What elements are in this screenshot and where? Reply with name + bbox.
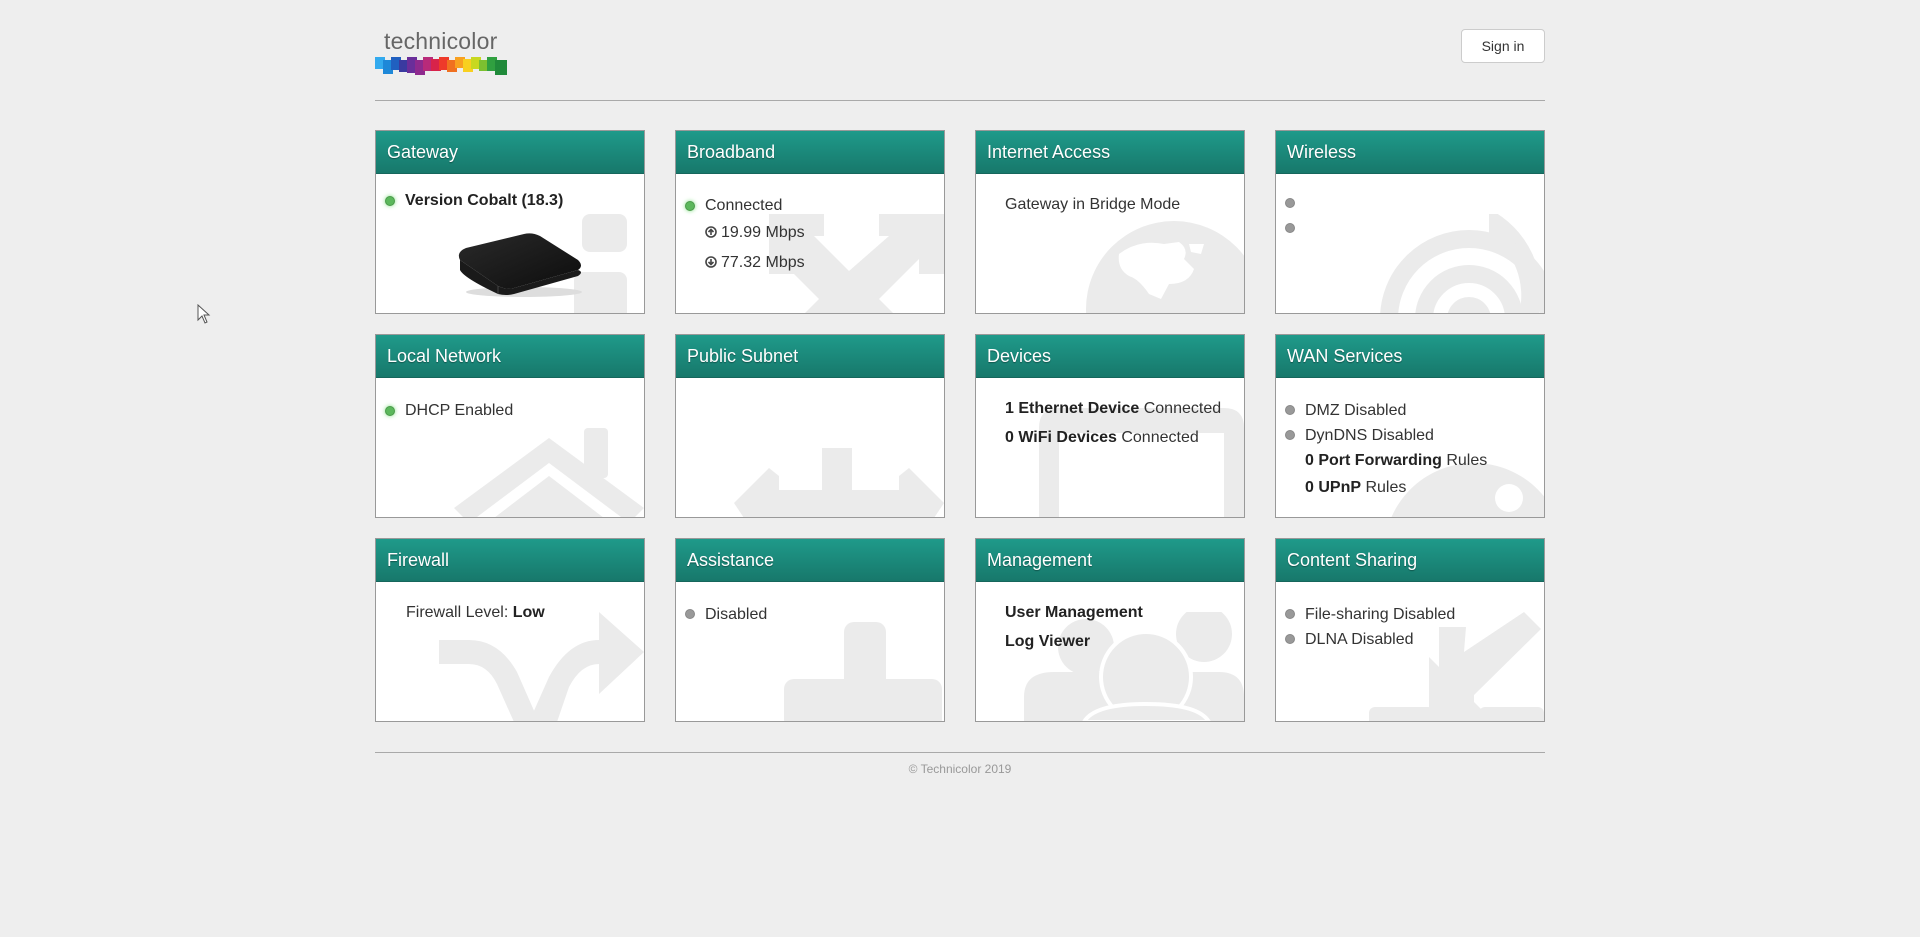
logo-color-bar-icon [375,57,507,75]
content-sharing-card[interactable]: Content Sharing File-sharing Disabled DL… [1275,538,1545,722]
wifi-signal-icon [1380,214,1544,313]
public-subnet-card-title[interactable]: Public Subnet [676,335,944,378]
upload-speed: 19.99 Mbps [721,224,805,241]
log-viewer-link[interactable]: Log Viewer [1005,633,1090,651]
user-management-link[interactable]: User Management [1005,604,1143,622]
assistance-card[interactable]: Assistance Disabled [675,538,945,722]
firewall-card[interactable]: Firewall Firewall Level: Low [375,538,645,722]
header: technicolor Sign in [375,0,1545,101]
firewall-card-title[interactable]: Firewall [376,539,644,582]
wireless-card[interactable]: Wireless [1275,130,1545,314]
globe-icon [1086,221,1244,313]
dhcp-status: DHCP Enabled [405,402,514,419]
wireless-card-title[interactable]: Wireless [1276,131,1544,174]
management-card[interactable]: Management User Management Log Viewer [975,538,1245,722]
devices-card[interactable]: Devices 1 Ethernet Device Connected 0 Wi… [975,334,1245,518]
dlna-status: DLNA Disabled [1305,631,1414,648]
wan-services-card[interactable]: WAN Services DMZ Disabled DynDNS Disable… [1275,334,1545,518]
page-container: technicolor Sign in Gateway Version Coba… [375,0,1545,776]
file-sharing-status-indicator [1285,609,1295,619]
sign-in-button[interactable]: Sign in [1461,29,1545,63]
wireless-status-indicator-1 [1285,198,1295,208]
gateway-version: Version Cobalt (18.3) [405,192,564,209]
ethernet-device-count: 1 Ethernet Device [1005,400,1140,417]
download-arrow-icon [705,256,717,268]
status-indicator [385,196,395,206]
upnp-suffix: Rules [1361,479,1407,496]
dmz-status: DMZ Disabled [1305,402,1407,419]
logo-text: technicolor [384,28,498,54]
public-subnet-card[interactable]: Public Subnet [675,334,945,518]
broadband-card-title[interactable]: Broadband [676,131,944,174]
footer-copyright: © Technicolor 2019 [908,762,1012,776]
status-indicator [685,201,695,211]
assistance-status: Disabled [705,606,768,623]
management-card-title[interactable]: Management [976,539,1244,582]
internet-access-card[interactable]: Internet Access Gateway in Bridge Mode [975,130,1245,314]
dyndns-status-indicator [1285,430,1295,440]
dmz-status-indicator [1285,405,1295,415]
local-network-card[interactable]: Local Network DHCP Enabled [375,334,645,518]
wifi-device-count: 0 WiFi Devices [1005,429,1117,446]
status-indicator [385,406,395,416]
wireless-status-indicator-2 [1285,223,1295,233]
assistance-card-title[interactable]: Assistance [676,539,944,582]
device-frame-icon [1039,408,1244,517]
file-sharing-status: File-sharing Disabled [1305,606,1456,623]
firewall-level-value: Low [512,604,545,621]
dyndns-status: DynDNS Disabled [1305,427,1434,444]
footer-divider [375,752,1545,753]
gateway-card-title[interactable]: Gateway [376,131,644,174]
mouse-cursor-icon [197,304,211,324]
internet-access-card-title[interactable]: Internet Access [976,131,1244,174]
upnp-count: 0 UPnP [1305,479,1362,496]
users-group-icon [1024,612,1244,721]
network-hub-icon [734,448,944,517]
internet-status: Gateway in Bridge Mode [1005,196,1181,213]
home-icon [454,428,644,517]
devices-card-title[interactable]: Devices [976,335,1244,378]
port-forwarding-count: 0 Port Forwarding [1305,452,1442,469]
content-sharing-card-title[interactable]: Content Sharing [1276,539,1544,582]
port-forwarding-suffix: Rules [1441,452,1488,469]
gateway-card[interactable]: Gateway Version Cobalt (18.3) [375,130,645,314]
broadband-state: Connected [705,197,783,214]
wan-services-card-title[interactable]: WAN Services [1276,335,1544,378]
technicolor-logo: technicolor [375,28,507,80]
wifi-suffix: Connected [1116,429,1199,446]
ethernet-suffix: Connected [1139,400,1222,417]
dlna-status-indicator [1285,634,1295,644]
download-speed: 77.32 Mbps [721,254,805,271]
status-indicator [685,609,695,619]
support-stand-icon [784,622,942,721]
download-arrow-icon [1369,612,1544,721]
broadband-card[interactable]: Broadband Connected 19.99 Mbps 77.32 Mbp… [675,130,945,314]
gateway-device-image [458,233,582,297]
firewall-level-label: Firewall Level: [406,604,513,621]
upload-arrow-icon [705,226,717,238]
local-network-card-title[interactable]: Local Network [376,335,644,378]
